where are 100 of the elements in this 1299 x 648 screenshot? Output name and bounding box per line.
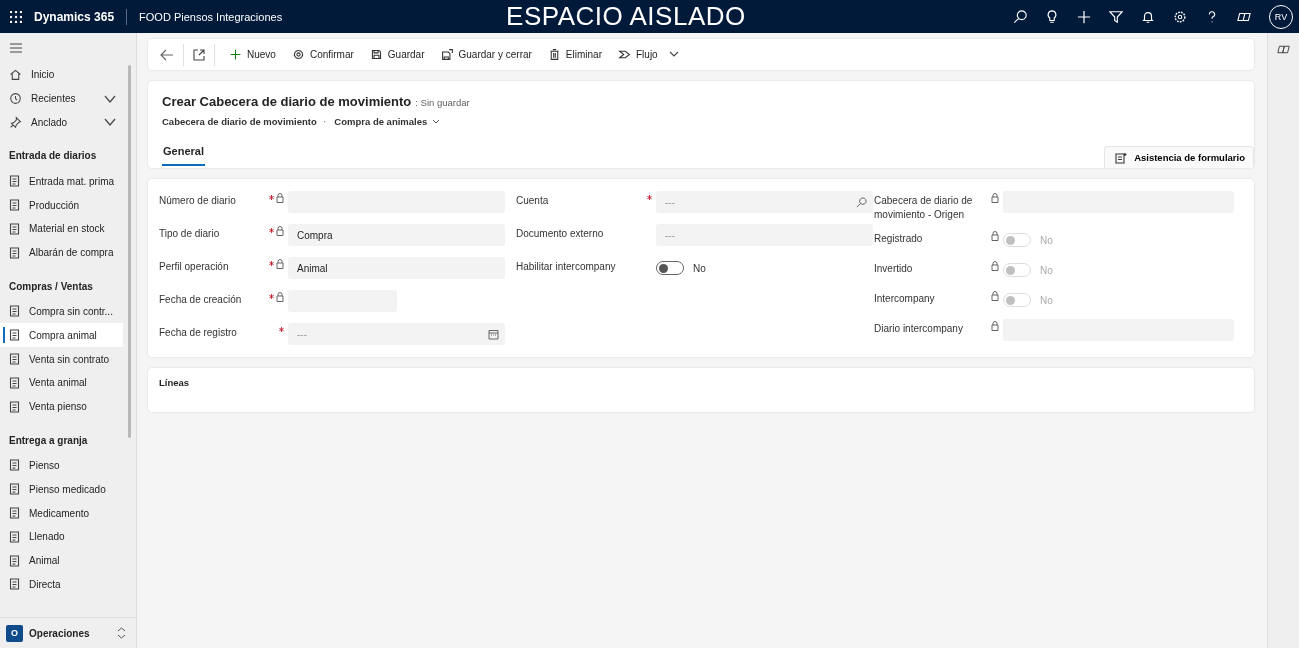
clock-icon: [9, 92, 22, 106]
command-button[interactable]: Confirmar: [286, 42, 359, 67]
nav-item[interactable]: Material en stock: [0, 217, 123, 241]
chevron-icon[interactable]: [104, 118, 116, 127]
field-label: Diario intercompany: [874, 322, 964, 336]
document-icon: [9, 222, 20, 235]
field-label: Tipo de diario: [159, 227, 221, 241]
field-label: Cabecera de diario de movimiento - Origen: [874, 194, 974, 221]
nav-group-title: Compras / Ventas: [8, 279, 94, 294]
field-label: Número de diario: [159, 194, 237, 208]
back-arrow-icon[interactable]: [160, 48, 174, 61]
save-icon: [369, 48, 383, 61]
command-button[interactable]: Guardar: [364, 42, 430, 67]
field-label: Registrado: [874, 232, 924, 246]
form-selector[interactable]: Compra de animales: [332, 115, 443, 127]
input-field[interactable]: ---: [656, 224, 873, 246]
flow-icon: [618, 48, 631, 61]
nav-item[interactable]: Animal: [0, 548, 123, 573]
toggle-value: No: [693, 262, 706, 274]
nav-item[interactable]: Albarán de compra: [0, 240, 123, 265]
command-button[interactable]: Guardar y cerrar: [435, 42, 537, 67]
lightbulb-icon[interactable]: [1045, 9, 1059, 24]
chevron-icon[interactable]: [104, 94, 116, 103]
chevron-icon[interactable]: [668, 51, 679, 58]
form-sparkle-icon: [1115, 151, 1129, 164]
nav-item[interactable]: Venta animal: [0, 370, 123, 395]
field-label: Perfil operación: [159, 260, 230, 274]
nav-item[interactable]: Recientes: [0, 86, 136, 111]
field-label: Invertido: [874, 262, 914, 276]
nav-group-title: Entrega a granja: [8, 433, 89, 448]
field-label: Documento externo: [516, 227, 605, 241]
nav-item[interactable]: Pienso: [0, 453, 123, 478]
nav-item[interactable]: Venta pienso: [0, 394, 123, 419]
field-label: Fecha de creación: [159, 293, 243, 307]
toggle-value: No: [1040, 294, 1053, 306]
document-icon: [9, 353, 20, 366]
app-launcher-icon[interactable]: [10, 10, 22, 23]
field-label: Fecha de registro: [159, 326, 238, 340]
nav-item[interactable]: Entrada mat. prima: [0, 169, 123, 194]
chevron-icon: [117, 627, 126, 639]
open-new-window-icon[interactable]: [193, 48, 205, 61]
nav-item[interactable]: Inicio: [0, 63, 136, 87]
field-value[interactable]: ---: [665, 229, 863, 241]
command-button[interactable]: Nuevo: [224, 42, 281, 67]
document-icon: [9, 459, 20, 472]
field-label: Intercompany: [874, 292, 936, 306]
document-icon: [9, 199, 20, 212]
document-icon: [9, 329, 20, 342]
bell-icon[interactable]: [1141, 9, 1155, 24]
document-icon: [9, 305, 20, 318]
input-field[interactable]: ---: [656, 191, 873, 213]
filter-icon[interactable]: [1109, 9, 1123, 24]
toggle-value: No: [1040, 234, 1053, 246]
calendar-icon[interactable]: [488, 328, 499, 340]
nav-item[interactable]: Directa: [0, 572, 123, 597]
entity-name: Cabecera de diario de movimiento: [162, 115, 317, 127]
field-label: Habilitar intercompany: [516, 260, 617, 274]
field-value[interactable]: ---: [297, 328, 484, 340]
document-icon: [9, 554, 20, 567]
environment-name: FOOD Piensos Integraciones: [139, 10, 284, 23]
field-value[interactable]: Animal: [297, 262, 495, 274]
document-icon: [9, 246, 20, 259]
nav-group-title: Entrada de diarios: [8, 149, 98, 164]
save-icon: [440, 48, 454, 61]
section-title: Líneas: [159, 377, 190, 388]
save-status: : Sin guardar: [415, 97, 470, 108]
field-label: Cuenta: [516, 194, 550, 208]
input-field[interactable]: Compra: [288, 224, 505, 246]
trash-icon: [547, 48, 561, 61]
nav-item[interactable]: Producción: [0, 193, 123, 217]
document-icon: [9, 578, 20, 591]
settings-icon[interactable]: [1173, 9, 1187, 24]
nav-item[interactable]: Pienso medicado: [0, 477, 123, 502]
nav-item[interactable]: Anclado: [0, 110, 136, 135]
toggle-value: No: [1040, 264, 1053, 276]
sandbox-label: ESPACIO AISLADO: [506, 1, 746, 32]
document-icon: [9, 530, 20, 543]
form-assist-button[interactable]: Asistencia de formulario: [1104, 146, 1254, 168]
nav-item[interactable]: Medicamento: [0, 501, 123, 525]
nav-item[interactable]: Venta sin contrato: [0, 347, 123, 371]
pin-icon: [9, 116, 22, 129]
input-field[interactable]: ---: [288, 323, 505, 345]
nav-item[interactable]: Llenado: [0, 524, 123, 549]
command-button[interactable]: Flujo: [613, 42, 663, 67]
home-icon: [9, 68, 22, 82]
chevron-icon: [432, 118, 441, 124]
document-icon: [9, 376, 20, 389]
document-icon: [9, 400, 20, 413]
app-name[interactable]: Dynamics 365: [34, 9, 115, 24]
input-field[interactable]: Animal: [288, 257, 505, 279]
form-title: Crear Cabecera de diario de movimiento: [162, 94, 412, 109]
command-button[interactable]: Eliminar: [542, 42, 607, 67]
nav-item[interactable]: Compra sin contr...: [0, 299, 123, 324]
plus-icon[interactable]: [1077, 9, 1091, 24]
nav-item[interactable]: Compra animal: [0, 323, 123, 348]
plus-icon: [229, 48, 242, 61]
form-tab[interactable]: General: [162, 145, 205, 166]
field-value[interactable]: ---: [665, 196, 852, 208]
separator-dot: ·: [322, 115, 327, 127]
field-value[interactable]: Compra: [297, 229, 495, 241]
